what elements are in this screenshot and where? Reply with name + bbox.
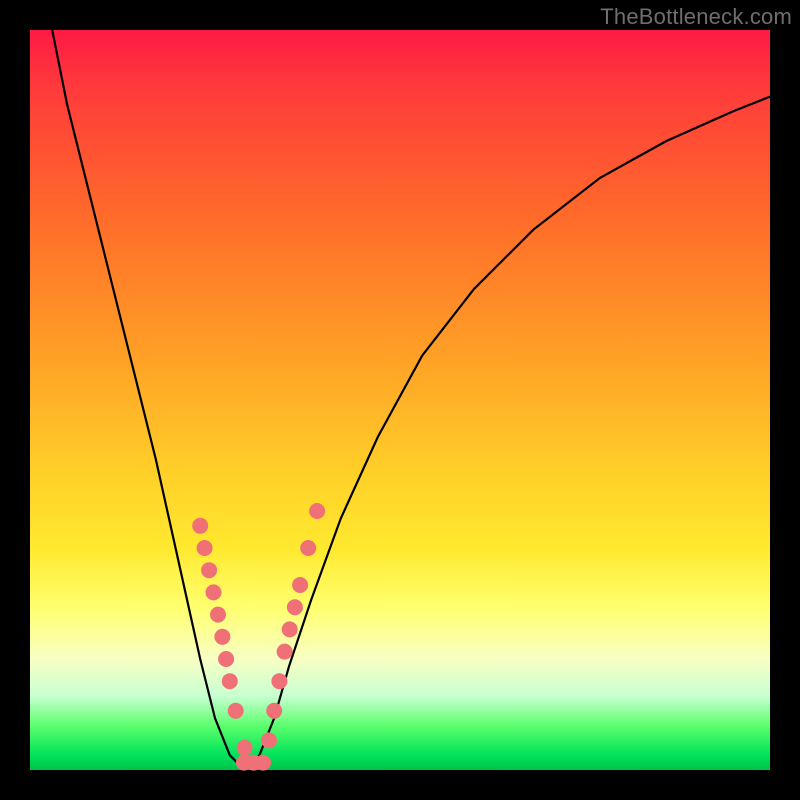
curve-marker <box>192 518 208 534</box>
bottleneck-curve-svg <box>30 30 770 770</box>
curve-marker <box>218 651 234 667</box>
curve-marker <box>197 540 213 556</box>
watermark-text: TheBottleneck.com <box>600 4 792 30</box>
curve-marker <box>210 607 226 623</box>
curve-marker <box>237 740 253 756</box>
plot-area <box>30 30 770 770</box>
curve-marker <box>300 540 316 556</box>
curve-markers <box>192 503 325 771</box>
curve-marker <box>206 584 222 600</box>
curve-marker <box>309 503 325 519</box>
curve-marker <box>214 629 230 645</box>
curve-marker <box>292 577 308 593</box>
curve-marker <box>282 621 298 637</box>
curve-marker <box>271 673 287 689</box>
curve-marker <box>228 703 244 719</box>
curve-marker <box>255 755 271 771</box>
curve-marker <box>266 703 282 719</box>
curve-marker <box>261 732 277 748</box>
curve-marker <box>201 562 217 578</box>
curve-marker <box>222 673 238 689</box>
bottleneck-curve <box>52 30 770 770</box>
chart-frame: TheBottleneck.com <box>0 0 800 800</box>
curve-marker <box>287 599 303 615</box>
curve-marker <box>277 644 293 660</box>
